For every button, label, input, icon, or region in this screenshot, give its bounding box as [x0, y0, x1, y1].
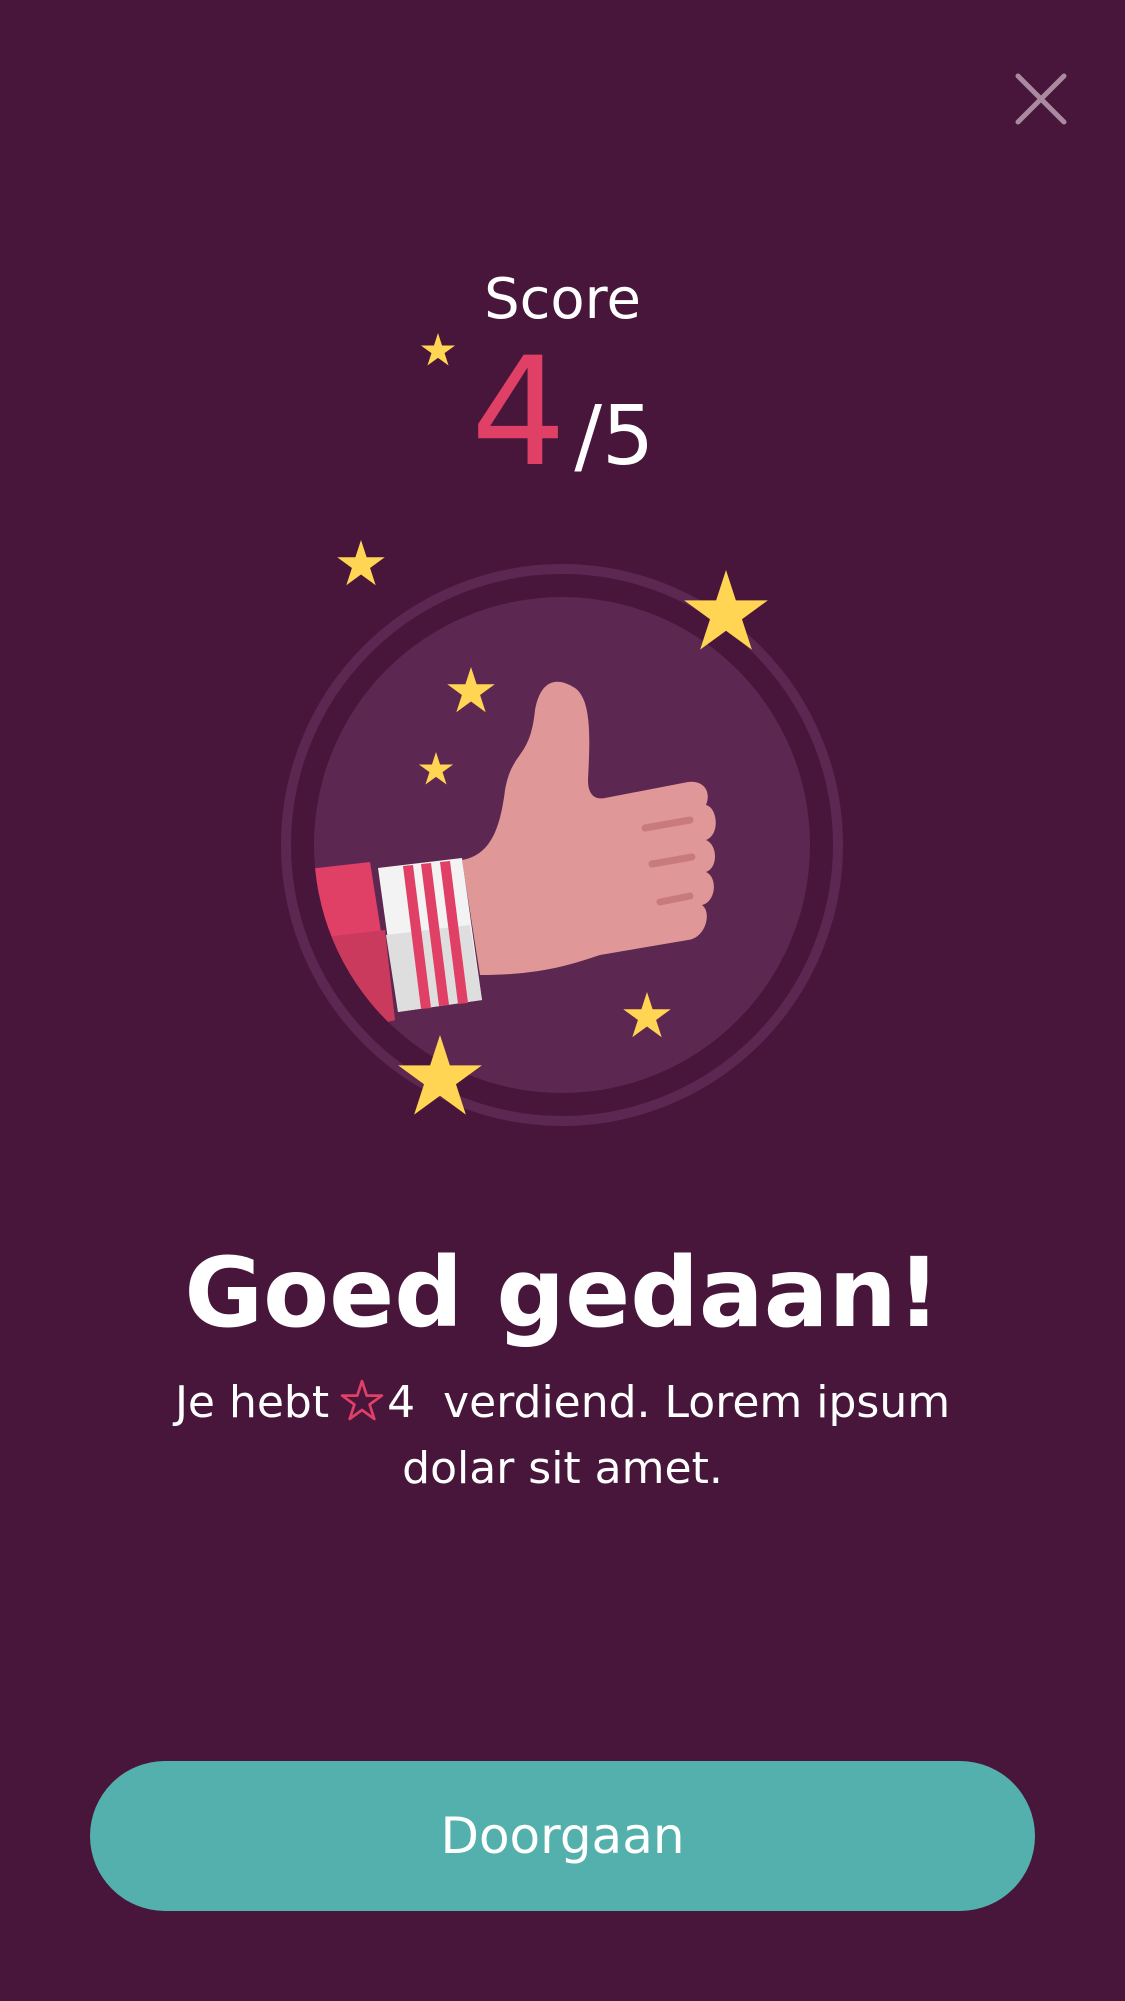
continue-button[interactable]: Doorgaan: [90, 1761, 1035, 1911]
star-icon: [337, 540, 385, 586]
result-text-after: verdiend. Lorem ipsum dolar sit amet.: [402, 1377, 951, 1494]
result-message: Je hebt 4 verdiend. Lorem ipsum dolar sit…: [130, 1370, 995, 1502]
reward-count: 4: [387, 1377, 416, 1428]
result-headline: Goed gedaan!: [184, 1237, 941, 1349]
star-icon: [420, 333, 456, 366]
star-outline-icon: [340, 1379, 384, 1421]
result-text-before: Je hebt: [174, 1377, 330, 1428]
thumbs-up-illustration: [281, 333, 843, 1126]
